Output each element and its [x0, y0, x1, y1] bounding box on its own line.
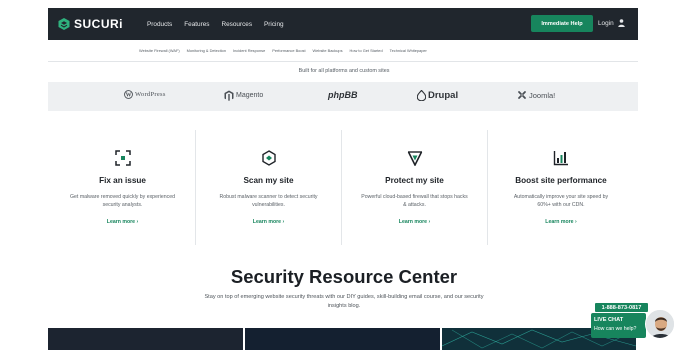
drupal-icon	[417, 90, 426, 101]
live-chat-title: LIVE CHAT	[594, 317, 624, 323]
feature-description: Get malware removed quickly by experienc…	[70, 194, 175, 209]
feature-title: Fix an issue	[99, 176, 146, 185]
feature-grid: Fix an issue Get malware removed quickly…	[48, 130, 638, 245]
top-navigation: SUCURi Products Features Resources Prici…	[48, 8, 638, 40]
subnav-get-started[interactable]: How to Get Started	[350, 48, 383, 53]
subnav-monitoring[interactable]: Monitoring & Detection	[187, 48, 226, 53]
immediate-help-button[interactable]: Immediate Help	[531, 15, 593, 32]
svg-text:W: W	[126, 93, 132, 99]
feature-protect-site: Protect my site Powerful cloud-based fir…	[342, 130, 488, 245]
subnav-incident-response[interactable]: Incident Response	[233, 48, 265, 53]
live-chat-subtitle: How can we help?	[594, 326, 637, 332]
resource-center-title: Security Resource Center	[230, 266, 458, 287]
platform-drupal: Drupal	[417, 90, 458, 101]
login-link[interactable]: Login	[598, 19, 625, 27]
resource-center-description: Stay on top of emerging website security…	[204, 294, 484, 309]
sucuri-logo-icon	[58, 18, 70, 30]
platforms-tagline: Built for all platforms and custom sites	[298, 68, 390, 74]
live-chat-widget[interactable]: LIVE CHAT How can we help?	[591, 313, 646, 338]
login-label: Login	[598, 19, 614, 27]
nav-features[interactable]: Features	[184, 21, 209, 28]
nav-pricing[interactable]: Pricing	[264, 21, 284, 28]
subnav-backups[interactable]: Website Backups	[313, 48, 343, 53]
feature-scan-site: Scan my site Robust malware scanner to d…	[196, 130, 342, 245]
feature-title: Protect my site	[385, 176, 444, 185]
platform-label: Drupal	[428, 90, 459, 101]
shield-icon	[407, 151, 422, 166]
learn-more-link[interactable]: Learn more ›	[253, 219, 284, 225]
subnav-performance[interactable]: Performance Boost	[272, 48, 305, 53]
wordpress-icon: W	[124, 90, 133, 99]
joomla-icon	[518, 91, 526, 99]
subnav-whitepaper[interactable]: Technical Whitepaper	[390, 48, 427, 53]
secondary-nav: Website Firewall (WAF) Monitoring & Dete…	[48, 40, 638, 62]
subnav-firewall[interactable]: Website Firewall (WAF)	[139, 48, 180, 53]
magento-icon	[224, 90, 234, 101]
phone-number-badge[interactable]: 1-888-873-0817	[595, 303, 648, 312]
feature-title: Scan my site	[243, 176, 294, 185]
nav-resources[interactable]: Resources	[221, 21, 252, 28]
support-agent-avatar[interactable]	[645, 309, 675, 339]
logo-text: SUCURi	[74, 17, 124, 31]
feature-boost-performance: Boost site performance Automatically imp…	[488, 130, 634, 245]
target-icon	[114, 150, 131, 166]
learn-more-link[interactable]: Learn more ›	[399, 219, 430, 225]
feature-description: Robust malware scanner to detect securit…	[219, 194, 318, 209]
platform-phpbb: phpBB	[328, 90, 358, 100]
scan-icon	[261, 150, 276, 166]
platform-label: WordPress	[135, 91, 166, 98]
resource-banner-course[interactable]	[245, 328, 440, 350]
resource-banners	[48, 328, 638, 350]
bar-chart-icon	[553, 151, 568, 166]
feature-description: Automatically improve your site speed by…	[513, 194, 609, 209]
sucuri-logo[interactable]: SUCURi	[58, 17, 123, 31]
platform-joomla: Joomla!	[517, 90, 555, 100]
platform-label: Joomla!	[529, 90, 556, 100]
nav-products[interactable]: Products	[147, 21, 172, 28]
platform-magento: Magento	[224, 90, 263, 101]
feature-fix-issue: Fix an issue Get malware removed quickly…	[50, 130, 196, 245]
feature-description: Powerful cloud-based firewall that stops…	[361, 194, 468, 209]
feature-title: Boost site performance	[515, 176, 607, 185]
learn-more-link[interactable]: Learn more ›	[107, 219, 138, 225]
main-nav: Products Features Resources Pricing	[147, 21, 296, 28]
platform-label: phpBB	[328, 90, 358, 100]
user-icon	[617, 19, 625, 27]
resource-banner-guides[interactable]	[48, 328, 243, 350]
platforms-strip: W WordPress Magento phpBB Drupal Joomla!	[48, 82, 638, 111]
platform-wordpress: W WordPress	[124, 90, 166, 99]
platform-label: Magento	[236, 92, 264, 99]
agent-photo	[646, 310, 674, 338]
learn-more-link[interactable]: Learn more ›	[545, 219, 576, 225]
